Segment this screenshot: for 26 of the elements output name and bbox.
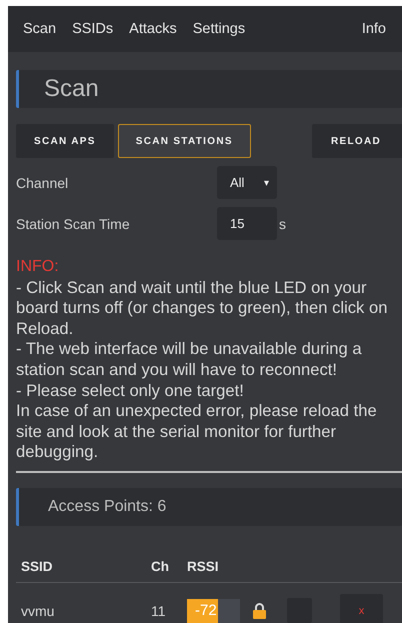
nav-link[interactable]: Scan	[15, 17, 64, 41]
channel-select[interactable]: All ▾	[217, 166, 277, 199]
nav-link[interactable]: SSIDs	[64, 17, 122, 41]
info-text: - Please select only one target!	[16, 380, 245, 402]
number-field[interactable]: 15	[217, 207, 277, 240]
nav-link[interactable]: Attacks	[121, 17, 185, 41]
unit-label: s	[279, 216, 286, 232]
column-header: SSID	[20, 558, 54, 574]
info-text: - The web interface will be unavailable during a station scan and you will have to reconnect!	[16, 339, 363, 381]
section-title: Access Points: 6	[16, 488, 402, 526]
info-text: In case of an unexpected error, please reload the site and look at the serial monitor for further debugging.	[16, 401, 378, 463]
nav-link[interactable]: Settings	[184, 17, 254, 41]
action-button[interactable]: SCAN APS	[16, 124, 114, 158]
info-title: INFO:	[16, 257, 60, 277]
setting-label: Channel	[16, 174, 70, 190]
rssi-value: -72	[187, 598, 218, 623]
channel-cell-text: 11	[151, 602, 167, 619]
action-button[interactable]: RELOAD	[312, 124, 402, 158]
nav-link[interactable]: Info	[354, 17, 394, 41]
section-title: Scan	[16, 70, 402, 108]
column-header: Ch	[151, 558, 170, 574]
info-text: - Click Scan and wait until the blue LED on your board turns off (or changes to green), then click on Reload.	[16, 278, 388, 340]
setting-label: Station Scan Time	[16, 216, 131, 232]
action-button[interactable]: SCAN STATIONS	[118, 124, 251, 158]
ssid-cell-text: vvmu	[20, 602, 56, 619]
column-header: RSSI	[187, 558, 220, 574]
